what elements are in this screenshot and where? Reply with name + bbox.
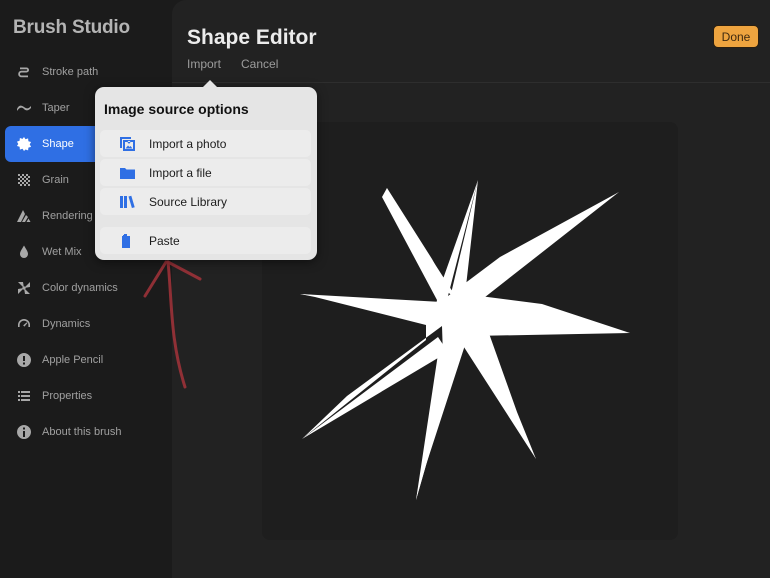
photo-icon [117,136,137,151]
header-divider [172,82,770,83]
shape-canvas[interactable] [262,122,678,540]
done-button[interactable]: Done [713,25,759,48]
sidebar-item-label: Rendering [42,210,93,222]
image-source-popover: Image source options Import a photo Impo… [95,80,317,260]
import-file-option[interactable]: Import a file [100,159,311,186]
sidebar-item-label: Grain [42,174,69,186]
sidebar-item-label: About this brush [42,426,122,438]
apple-pencil-icon [14,350,34,370]
sidebar-item-apple-pencil[interactable]: Apple Pencil [5,342,170,378]
page-title: Shape Editor [187,26,317,49]
sidebar-item-label: Stroke path [42,66,99,78]
clipboard-icon [117,233,137,248]
import-photo-option[interactable]: Import a photo [100,130,311,157]
taper-icon [14,98,34,118]
properties-icon [14,386,34,406]
paste-option[interactable]: Paste [100,227,311,254]
option-label: Import a photo [149,136,227,151]
import-button[interactable]: Import [187,57,221,71]
source-library-option[interactable]: Source Library [100,188,311,215]
sidebar-item-properties[interactable]: Properties [5,378,170,414]
cancel-button[interactable]: Cancel [241,57,278,71]
shape-preview [300,180,630,500]
sidebar-item-label: Dynamics [42,318,91,330]
folder-icon [117,166,137,180]
grain-icon [14,170,34,190]
library-icon [117,195,137,209]
wet-mix-icon [14,242,34,262]
popover-title: Image source options [104,101,249,117]
app-title: Brush Studio [13,17,130,38]
sidebar-item-label: Taper [42,102,70,114]
rendering-icon [14,206,34,226]
sidebar-item-label: Wet Mix [42,246,82,258]
star-shape [300,180,630,500]
sidebar-item-dynamics[interactable]: Dynamics [5,306,170,342]
option-label: Import a file [149,165,212,180]
sidebar-item-about-this-brush[interactable]: About this brush [5,414,170,450]
sidebar-item-label: Properties [42,390,93,402]
shape-icon [14,134,34,154]
sidebar-item-label: Apple Pencil [42,354,104,366]
option-label: Paste [149,233,180,248]
sidebar-item-color-dynamics[interactable]: Color dynamics [5,270,170,306]
color-dynamics-icon [14,278,34,298]
dynamics-icon [14,314,34,334]
option-label: Source Library [149,194,228,209]
sidebar-item-label: Color dynamics [42,282,118,294]
sidebar-item-label: Shape [42,138,74,150]
info-icon [14,422,34,442]
popover-arrow [202,80,218,88]
sidebar-item-stroke-path[interactable]: Stroke path [5,54,170,90]
stroke-path-icon [14,62,34,82]
